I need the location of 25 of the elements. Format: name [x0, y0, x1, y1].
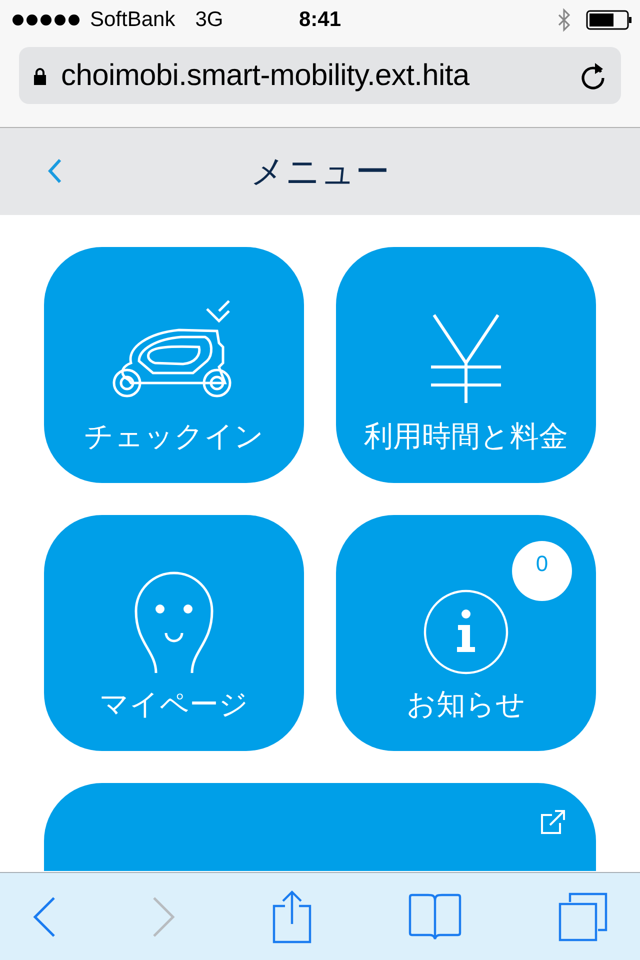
url-text: choimobi.smart-mobility.ext.hita: [61, 58, 470, 92]
external-tile[interactable]: [44, 783, 596, 871]
reload-icon[interactable]: [579, 60, 607, 90]
page-title: メニュー: [250, 152, 390, 192]
bookmarks-button[interactable]: [408, 892, 462, 940]
menu-tile[interactable]: お知らせ 0: [336, 515, 596, 751]
smiley-figure-icon: [132, 571, 216, 675]
menu-tile[interactable]: 利用時間と料金: [336, 247, 596, 483]
tabs-button[interactable]: [558, 892, 608, 942]
status-time: 8:41: [298, 8, 342, 32]
battery-icon: [586, 10, 632, 30]
signal-icon: [12, 14, 82, 26]
lock-icon: [33, 66, 47, 84]
address-bar[interactable]: choimobi.smart-mobility.ext.hita: [19, 47, 621, 104]
menu-tile[interactable]: チェックイン: [44, 247, 304, 483]
info-icon: [423, 589, 509, 675]
bluetooth-icon: [558, 8, 570, 32]
carrier-name: SoftBank: [90, 8, 176, 32]
external-link-icon: [540, 809, 566, 835]
back-icon[interactable]: [48, 158, 62, 184]
network-type: 3G: [195, 8, 224, 32]
share-button[interactable]: [272, 890, 312, 944]
count-badge: 0: [512, 541, 572, 601]
menu-tile[interactable]: マイページ: [44, 515, 304, 751]
back-button[interactable]: [32, 896, 56, 938]
